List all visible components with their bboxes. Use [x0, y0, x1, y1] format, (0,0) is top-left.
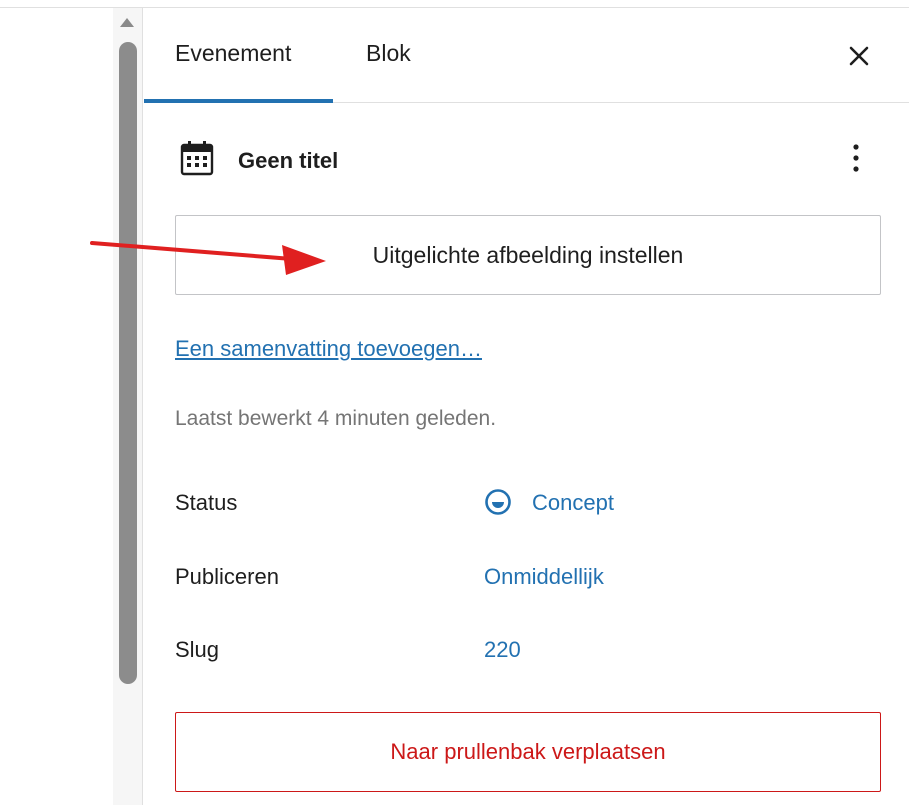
post-summary-header: Geen titel	[180, 138, 880, 182]
more-options-icon[interactable]	[844, 140, 868, 176]
tab-evenement[interactable]: Evenement	[175, 40, 291, 67]
settings-sidebar: Evenement Blok Geen titel Uitgelichte af…	[144, 8, 909, 805]
annotation-arrow-icon	[90, 241, 326, 275]
publish-label: Publiceren	[175, 564, 279, 589]
slug-value-link[interactable]: 220	[484, 637, 521, 663]
calendar-icon	[180, 141, 214, 176]
slug-label: Slug	[175, 637, 220, 662]
status-value-link[interactable]: Concept	[532, 490, 614, 516]
publish-value-link[interactable]: Onmiddellijk	[484, 564, 604, 590]
scroll-up-arrow-icon[interactable]	[120, 18, 134, 27]
scrollbar-thumb[interactable]	[119, 42, 137, 684]
last-edited-text: Laatst bewerkt 4 minuten geleden.	[175, 407, 497, 430]
add-excerpt-link[interactable]: Een samenvatting toevoegen…	[175, 336, 482, 362]
draft-status-icon[interactable]	[484, 488, 512, 516]
top-divider	[0, 0, 909, 8]
active-tab-indicator	[144, 99, 333, 103]
post-title: Geen titel	[238, 148, 339, 173]
status-label: Status	[175, 490, 238, 515]
sidebar-tabs: Evenement Blok	[144, 8, 909, 103]
close-icon[interactable]	[844, 38, 874, 72]
tab-blok[interactable]: Blok	[366, 40, 411, 67]
move-to-trash-button[interactable]: Naar prullenbak verplaatsen	[175, 712, 881, 792]
